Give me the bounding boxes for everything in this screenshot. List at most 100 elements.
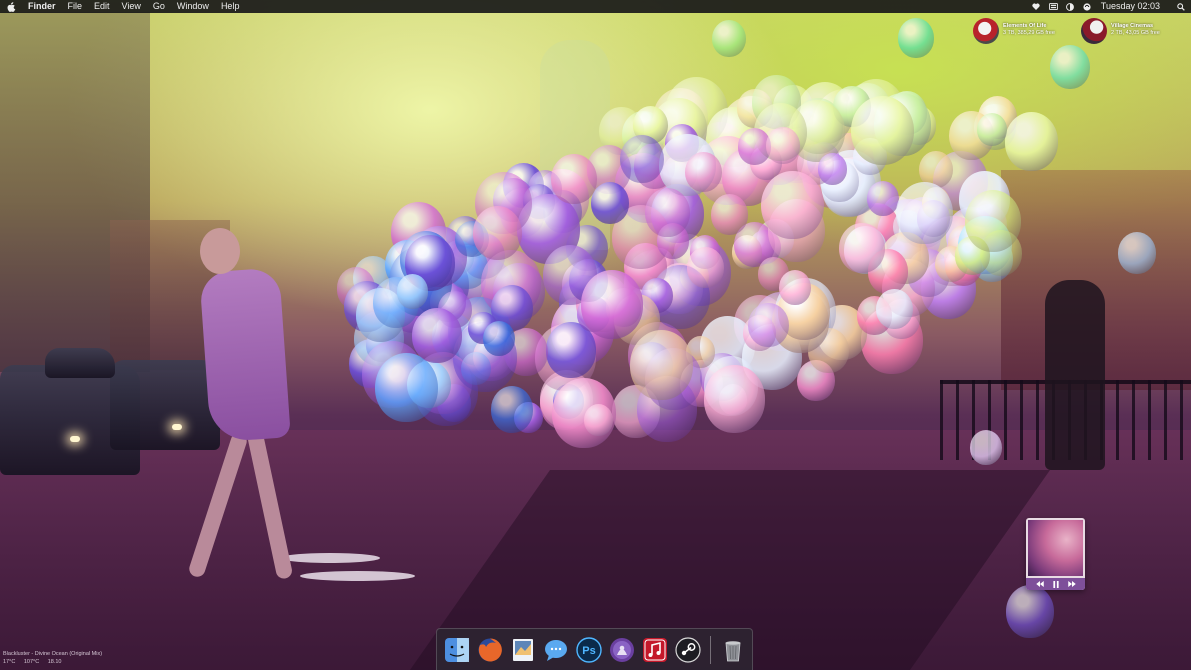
wallpaper-balloon <box>473 205 523 260</box>
firefox-icon <box>478 637 502 661</box>
wallpaper-balloon <box>685 151 722 193</box>
dock-photoshop[interactable]: Ps <box>575 636 603 664</box>
dock-itunes[interactable] <box>641 636 669 664</box>
dock-messages[interactable] <box>542 636 570 664</box>
wallpaper-headlight <box>172 424 182 430</box>
wallpaper-balloon <box>1118 232 1156 274</box>
menu-window[interactable]: Window <box>177 0 209 13</box>
wallpaper-balloon <box>766 126 800 164</box>
wallpaper-balloon <box>866 180 899 216</box>
wallpaper-balloon <box>748 302 789 348</box>
messages-icon <box>545 639 567 661</box>
wallpaper-balloon <box>850 95 914 166</box>
wallpaper-balloon <box>551 154 597 205</box>
itunes-icon <box>643 637 667 662</box>
next-icon[interactable] <box>1067 580 1076 588</box>
search-icon[interactable] <box>1176 2 1185 11</box>
wallpaper-manhole <box>280 553 380 563</box>
wallpaper-car <box>45 348 115 378</box>
music-player-widget <box>1026 518 1085 590</box>
wallpaper-balloon <box>629 330 694 401</box>
wallpaper-balloon <box>875 288 913 330</box>
hard-drive-icon <box>1081 18 1107 44</box>
wallpaper-manhole <box>300 571 415 581</box>
wallpaper-balloon <box>712 20 746 58</box>
menu-bar-status-area: Tuesday 02:03 <box>1024 0 1185 13</box>
trash-icon <box>725 640 741 661</box>
wallpaper-balloon <box>396 274 429 310</box>
menu-bar-clock[interactable]: Tuesday 02:03 <box>1101 0 1160 13</box>
alfred-icon <box>610 637 634 662</box>
menu-help[interactable]: Help <box>221 0 240 13</box>
previous-icon[interactable] <box>1035 580 1044 588</box>
wallpaper-balloon <box>976 112 1008 147</box>
pause-icon[interactable] <box>1051 580 1060 588</box>
wallpaper-balloon <box>710 193 748 235</box>
wallpaper-balloon <box>686 247 725 289</box>
wallpaper-balloon <box>583 404 614 437</box>
wallpaper-balloon <box>619 134 664 184</box>
wallpaper-balloon <box>411 307 462 363</box>
contrast-icon[interactable] <box>1066 2 1075 11</box>
wallpaper-balloon <box>590 182 629 225</box>
wallpaper-balloon <box>970 430 1002 466</box>
desktop-wallpaper <box>0 0 1191 670</box>
dock-finder[interactable] <box>443 636 471 664</box>
wallpaper-balloon <box>839 222 885 274</box>
drive-info: 3 TB, 385,29 GB free <box>1003 30 1055 36</box>
apple-menu-icon[interactable] <box>6 1 16 12</box>
wallpaper-balloon <box>779 270 812 306</box>
wallpaper-balloon <box>1004 112 1059 172</box>
stat-value: 107°C <box>23 659 40 665</box>
dock-firefox[interactable] <box>476 636 504 664</box>
dock-preview[interactable] <box>509 636 537 664</box>
dock-alfred[interactable] <box>608 636 636 664</box>
dock-separator <box>710 635 711 664</box>
drive-name: Elements Of Life <box>1003 23 1047 29</box>
wallpaper-balloon <box>580 270 644 339</box>
menu-app-finder[interactable]: Finder <box>28 0 56 13</box>
heart-icon[interactable] <box>1032 2 1041 11</box>
album-artwork <box>1028 520 1083 576</box>
sync-icon[interactable] <box>1083 2 1092 11</box>
desktop-drive-elements-of-life[interactable]: Elements Of Life 3 TB, 385,29 GB free <box>973 18 1055 44</box>
system-stats: 17°C 107°C 18.10 <box>3 658 102 666</box>
steam-icon <box>675 636 701 663</box>
photoshop-icon: Ps <box>576 636 602 663</box>
menu-edit[interactable]: Edit <box>94 0 110 13</box>
wallpaper-balloon <box>1006 585 1054 638</box>
menu-file[interactable]: File <box>68 0 83 13</box>
dock-steam[interactable] <box>674 636 702 664</box>
music-controls <box>1026 578 1085 590</box>
preview-icon <box>513 638 533 661</box>
stat-value: 17°C <box>3 659 16 665</box>
wallpaper-balloon <box>896 181 953 244</box>
wallpaper-balloon <box>1050 45 1090 89</box>
finder-icon <box>445 637 469 662</box>
wallpaper-balloon <box>964 189 1021 252</box>
wallpaper-car <box>110 360 220 450</box>
menu-view[interactable]: View <box>122 0 141 13</box>
wallpaper-balloon <box>761 170 824 240</box>
stat-value: 18.10 <box>47 659 62 665</box>
drive-name: Village Cinemas <box>1111 23 1154 29</box>
wallpaper-headlight <box>70 436 80 442</box>
menu-go[interactable]: Go <box>153 0 165 13</box>
wallpaper-balloon <box>375 352 439 423</box>
svg-text:Ps: Ps <box>582 645 595 657</box>
menu-bar: Finder File Edit View Go Window Help Tue… <box>0 0 1191 13</box>
drive-info: 2 TB, 43,05 GB free <box>1111 30 1160 36</box>
dock: Ps <box>436 628 753 670</box>
wallpaper-balloon <box>898 18 934 58</box>
wallpaper-balloon <box>644 187 690 238</box>
now-playing-track: Blackluster - Divine Ocean (Original Mix… <box>3 651 103 657</box>
keyboard-icon[interactable] <box>1048 2 1058 11</box>
wallpaper-balloon <box>490 386 534 433</box>
wallpaper-man <box>1045 280 1105 470</box>
dock-trash[interactable] <box>719 636 747 664</box>
wallpaper-girl <box>199 267 291 443</box>
wallpaper-balloon <box>818 153 847 185</box>
wallpaper-balloon <box>483 320 516 356</box>
wallpaper-balloon <box>703 365 766 433</box>
desktop-drive-village-cinemas[interactable]: Village Cinemas 2 TB, 43,05 GB free <box>1081 18 1160 44</box>
